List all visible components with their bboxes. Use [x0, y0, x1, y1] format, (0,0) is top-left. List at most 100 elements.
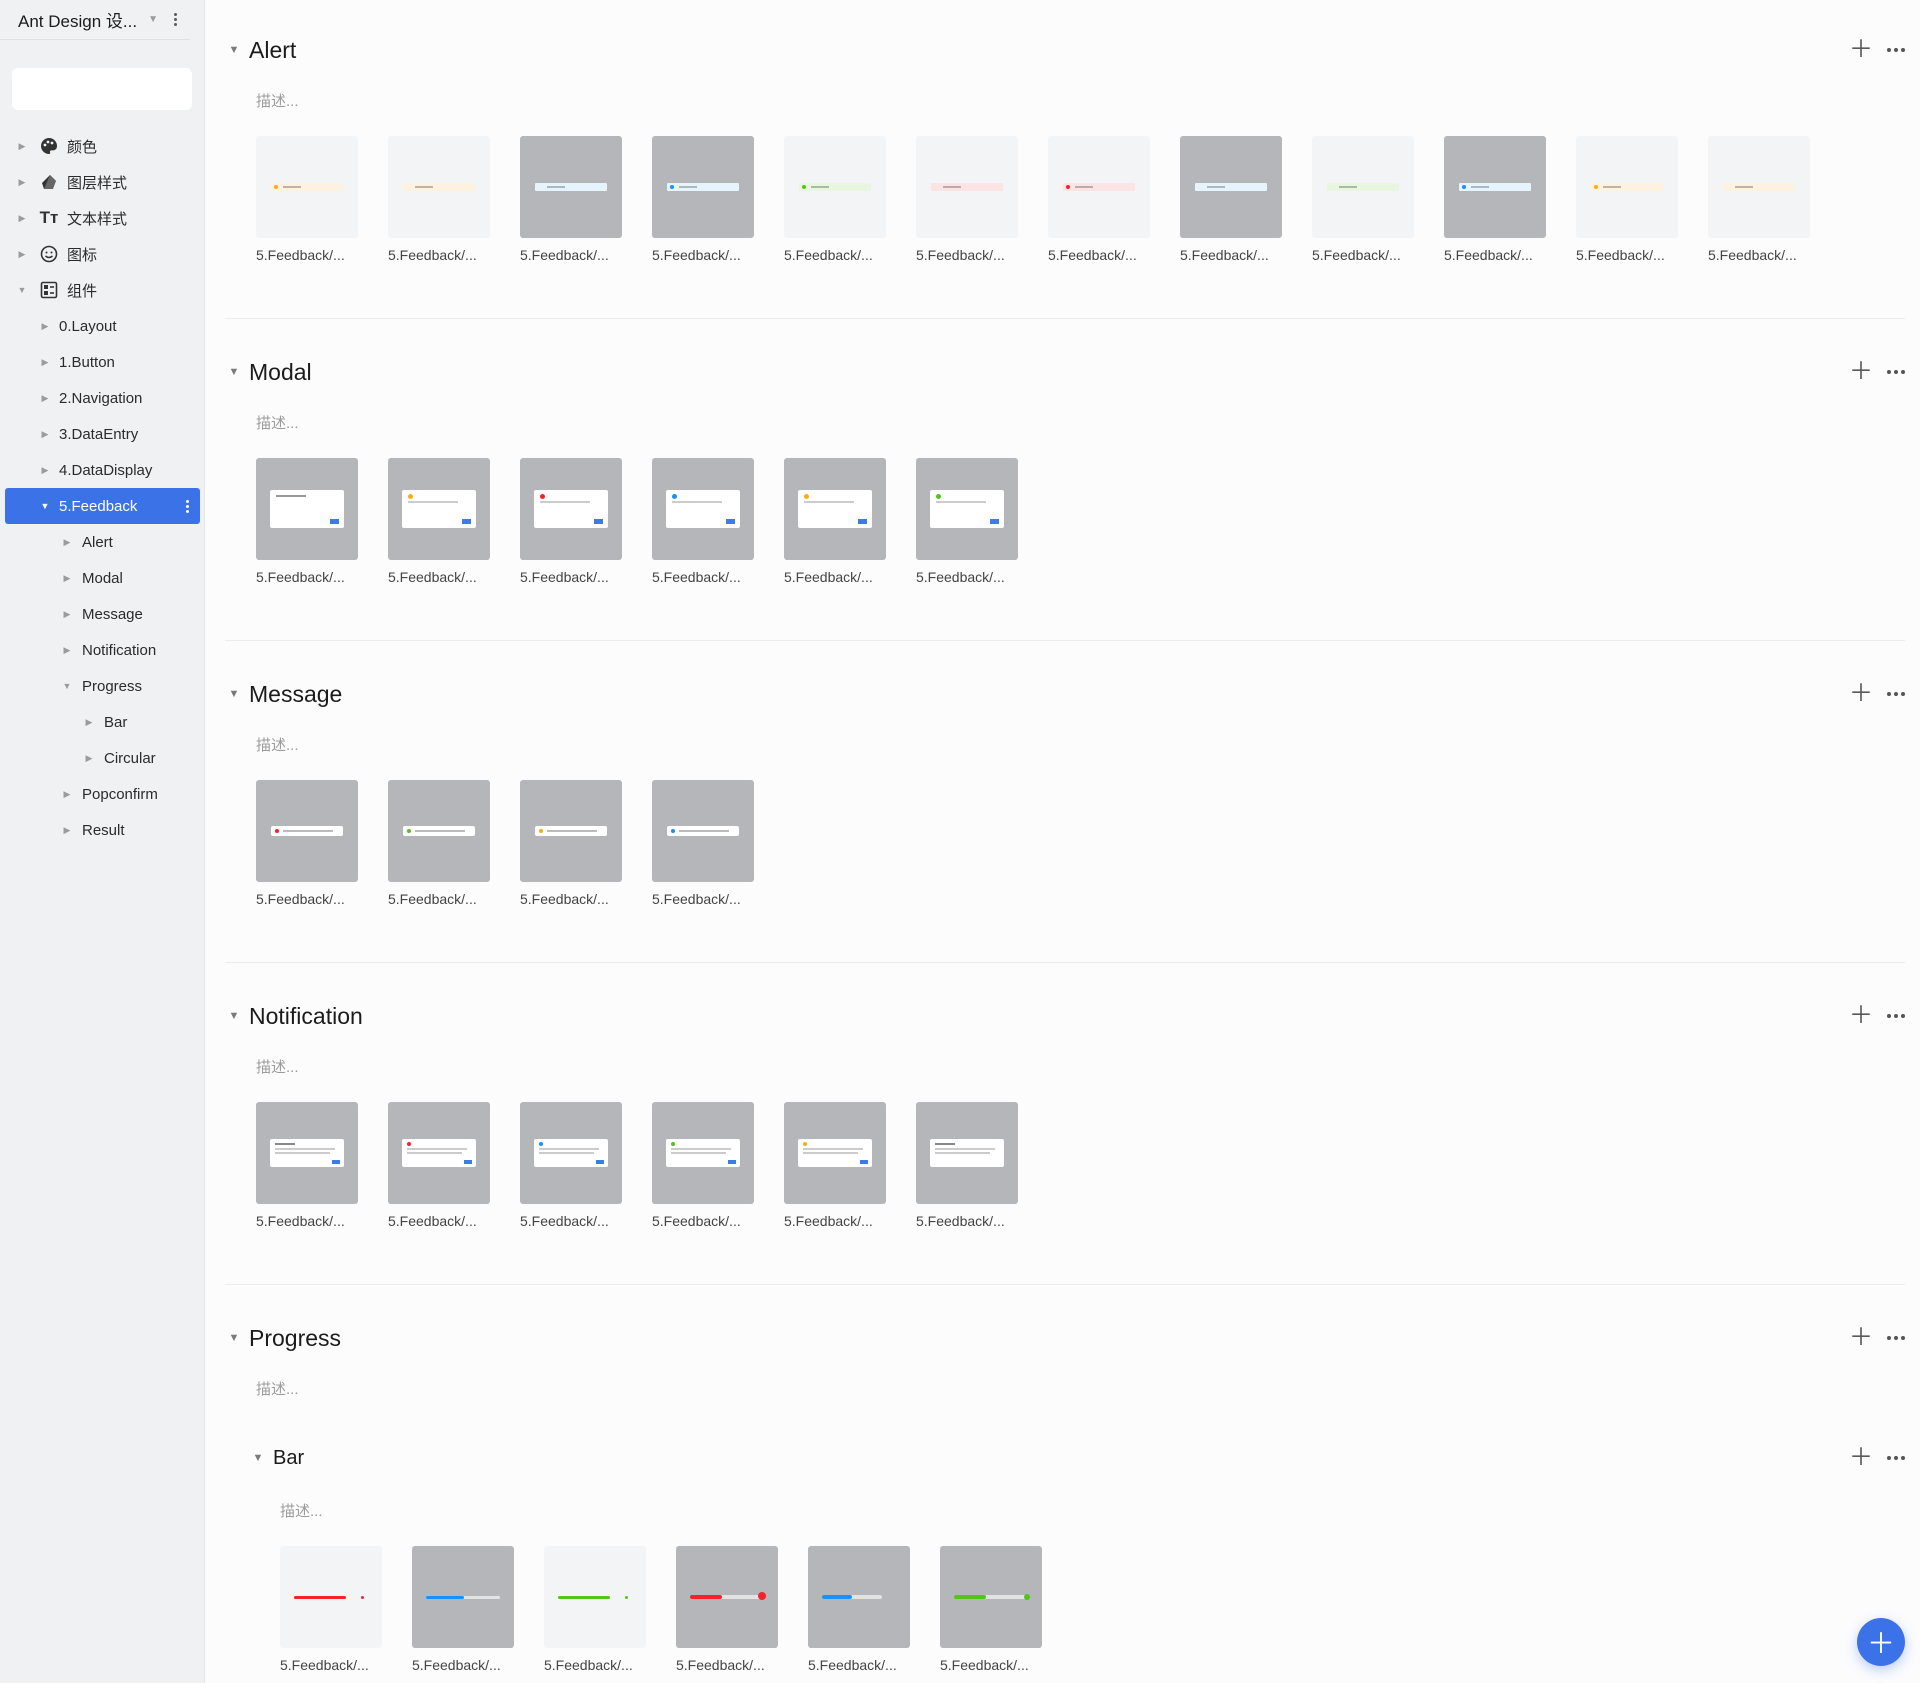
thumbnail[interactable]: 5.Feedback/... — [916, 1102, 1018, 1229]
tree-item-feedback[interactable]: ▼ 5.Feedback — [5, 488, 200, 524]
section-description[interactable]: 描述... — [280, 1500, 323, 1521]
add-icon[interactable]: ＋ — [1849, 38, 1873, 62]
caret-right-icon[interactable]: ▶ — [40, 393, 50, 404]
thumbnail[interactable]: 5.Feedback/... — [916, 458, 1018, 585]
caret-down-icon[interactable]: ▼ — [40, 501, 50, 511]
caret-right-icon[interactable]: ▶ — [62, 573, 72, 584]
project-title[interactable]: Ant Design 设... — [18, 7, 148, 32]
tree-item-notification[interactable]: ▶ Notification — [0, 632, 205, 668]
section-title[interactable]: Message — [249, 681, 342, 708]
thumbnail[interactable]: 5.Feedback/... — [916, 136, 1018, 263]
thumbnail[interactable]: 5.Feedback/... — [388, 1102, 490, 1229]
more-vertical-icon[interactable] — [184, 499, 190, 513]
section-description[interactable]: 描述... — [256, 1056, 299, 1077]
add-floating-button[interactable]: ＋ — [1857, 1618, 1905, 1666]
search-box[interactable] — [12, 68, 235, 110]
add-icon[interactable]: ＋ — [1849, 360, 1873, 384]
thumbnail[interactable]: 5.Feedback/... — [388, 458, 490, 585]
section-description[interactable]: 描述... — [256, 90, 299, 111]
thumbnail[interactable]: 5.Feedback/... — [412, 1546, 514, 1673]
tree-item-layer-styles[interactable]: ▶ 图层样式 — [0, 164, 205, 200]
caret-down-icon[interactable]: ▼ — [225, 1010, 243, 1022]
tree-item-progress[interactable]: ▼ Progress — [0, 668, 205, 704]
thumbnail[interactable]: 5.Feedback/... — [388, 780, 490, 907]
thumbnail[interactable]: 5.Feedback/... — [520, 458, 622, 585]
section-title[interactable]: Notification — [249, 1003, 363, 1030]
more-icon[interactable] — [1887, 48, 1905, 52]
more-icon[interactable] — [1887, 370, 1905, 374]
add-icon[interactable]: ＋ — [1849, 1326, 1873, 1350]
caret-right-icon[interactable]: ▶ — [62, 825, 72, 836]
caret-down-icon[interactable]: ▼ — [225, 1332, 243, 1344]
caret-right-icon[interactable]: ▶ — [17, 213, 27, 224]
thumbnail[interactable]: 5.Feedback/... — [1576, 136, 1678, 263]
project-header[interactable]: Ant Design 设... ▼ — [0, 0, 190, 40]
add-icon[interactable]: ＋ — [1849, 682, 1873, 706]
tree-item-message[interactable]: ▶ Message — [0, 596, 205, 632]
thumbnail[interactable]: 5.Feedback/... — [808, 1546, 910, 1673]
thumbnail[interactable]: 5.Feedback/... — [520, 780, 622, 907]
tree-item-components[interactable]: ▼ 组件 — [0, 272, 205, 308]
more-icon[interactable] — [1887, 1336, 1905, 1340]
caret-right-icon[interactable]: ▶ — [17, 249, 27, 260]
chevron-down-icon[interactable]: ▼ — [148, 14, 158, 25]
thumbnail[interactable]: 5.Feedback/... — [940, 1546, 1042, 1673]
section-title[interactable]: Progress — [249, 1325, 341, 1352]
section-description[interactable]: 描述... — [256, 734, 299, 755]
caret-right-icon[interactable]: ▶ — [62, 609, 72, 620]
more-icon[interactable] — [1887, 1456, 1905, 1460]
thumbnail[interactable]: 5.Feedback/... — [652, 1102, 754, 1229]
tree-item-button[interactable]: ▶ 1.Button — [0, 344, 205, 380]
tree-item-popconfirm[interactable]: ▶ Popconfirm — [0, 776, 205, 812]
caret-down-icon[interactable]: ▼ — [225, 44, 243, 56]
thumbnail[interactable]: 5.Feedback/... — [256, 1102, 358, 1229]
section-title[interactable]: Modal — [249, 359, 312, 386]
thumbnail[interactable]: 5.Feedback/... — [280, 1546, 382, 1673]
tree-item-navigation[interactable]: ▶ 2.Navigation — [0, 380, 205, 416]
caret-right-icon[interactable]: ▶ — [62, 537, 72, 548]
thumbnail[interactable]: 5.Feedback/... — [784, 458, 886, 585]
tree-item-text-styles[interactable]: ▶ Tт 文本样式 — [0, 200, 205, 236]
tree-item-layout[interactable]: ▶ 0.Layout — [0, 308, 205, 344]
section-title[interactable]: Bar — [273, 1447, 304, 1470]
search-input[interactable] — [36, 80, 235, 98]
thumbnail[interactable]: 5.Feedback/... — [520, 136, 622, 263]
thumbnail[interactable]: 5.Feedback/... — [256, 136, 358, 263]
caret-down-icon[interactable]: ▼ — [17, 285, 27, 295]
thumbnail[interactable]: 5.Feedback/... — [1312, 136, 1414, 263]
caret-right-icon[interactable]: ▶ — [62, 789, 72, 800]
thumbnail[interactable]: 5.Feedback/... — [1444, 136, 1546, 263]
section-description[interactable]: 描述... — [256, 412, 299, 433]
thumbnail[interactable]: 5.Feedback/... — [1048, 136, 1150, 263]
thumbnail[interactable]: 5.Feedback/... — [520, 1102, 622, 1229]
caret-right-icon[interactable]: ▶ — [17, 141, 27, 152]
more-icon[interactable] — [1887, 692, 1905, 696]
thumbnail[interactable]: 5.Feedback/... — [256, 458, 358, 585]
section-description[interactable]: 描述... — [256, 1378, 299, 1399]
thumbnail[interactable]: 5.Feedback/... — [652, 780, 754, 907]
thumbnail[interactable]: 5.Feedback/... — [652, 458, 754, 585]
caret-right-icon[interactable]: ▶ — [40, 321, 50, 332]
more-vertical-icon[interactable] — [172, 13, 178, 26]
caret-down-icon[interactable]: ▼ — [225, 366, 243, 378]
tree-item-colors[interactable]: ▶ 颜色 — [0, 128, 205, 164]
caret-down-icon[interactable]: ▼ — [225, 688, 243, 700]
tree-item-bar[interactable]: ▶ Bar — [0, 704, 205, 740]
more-icon[interactable] — [1887, 1014, 1905, 1018]
tree-item-circular[interactable]: ▶ Circular — [0, 740, 205, 776]
caret-right-icon[interactable]: ▶ — [84, 753, 94, 764]
section-title[interactable]: Alert — [249, 37, 296, 64]
caret-right-icon[interactable]: ▶ — [62, 645, 72, 656]
thumbnail[interactable]: 5.Feedback/... — [388, 136, 490, 263]
tree-item-dataentry[interactable]: ▶ 3.DataEntry — [0, 416, 205, 452]
caret-right-icon[interactable]: ▶ — [40, 357, 50, 368]
add-icon[interactable]: ＋ — [1849, 1446, 1873, 1470]
caret-down-icon[interactable]: ▼ — [249, 1452, 267, 1464]
thumbnail[interactable]: 5.Feedback/... — [676, 1546, 778, 1673]
caret-right-icon[interactable]: ▶ — [17, 177, 27, 188]
thumbnail[interactable]: 5.Feedback/... — [1708, 136, 1810, 263]
thumbnail[interactable]: 5.Feedback/... — [256, 780, 358, 907]
thumbnail[interactable]: 5.Feedback/... — [1180, 136, 1282, 263]
thumbnail[interactable]: 5.Feedback/... — [544, 1546, 646, 1673]
tree-item-alert[interactable]: ▶ Alert — [0, 524, 205, 560]
